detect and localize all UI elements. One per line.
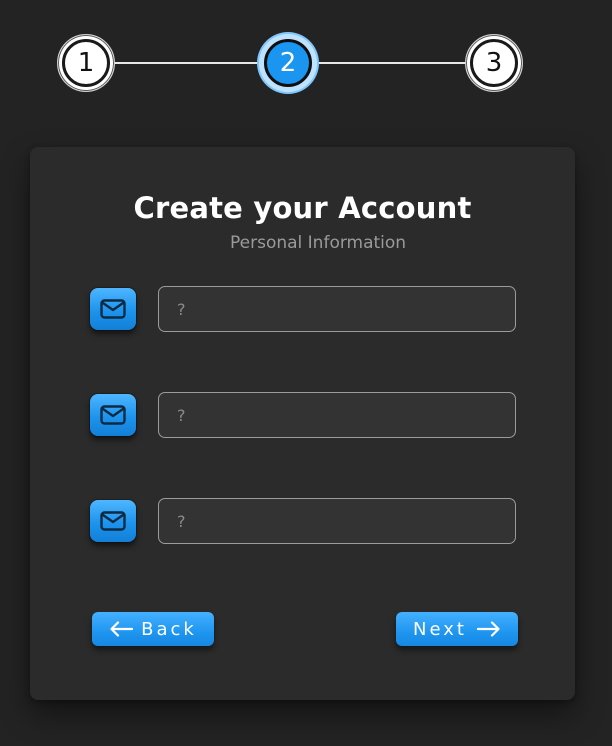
stepper-connector-2-3 [312, 62, 468, 64]
step-2-indicator[interactable]: 2 [259, 34, 317, 92]
stepper-connector-1-2 [112, 62, 262, 64]
signup-wizard-page: 1 2 3 Create your Account Personal Infor… [0, 0, 612, 746]
form-row-1 [90, 286, 520, 334]
step-1-label: 1 [77, 48, 95, 78]
page-title: Create your Account [133, 191, 472, 225]
field-3-icon-button[interactable] [90, 500, 136, 542]
step-1-indicator[interactable]: 1 [57, 34, 115, 92]
step-2-ring: 2 [264, 39, 312, 87]
arrow-left-icon [110, 621, 134, 637]
arrow-right-icon [476, 621, 500, 637]
next-button-label: Next [413, 618, 467, 640]
field-1-input[interactable] [158, 286, 516, 332]
mail-icon [100, 405, 126, 425]
step-3-label: 3 [485, 48, 503, 78]
field-3-input[interactable] [158, 498, 516, 544]
step-1-ring: 1 [62, 39, 110, 87]
form-row-2 [90, 392, 520, 440]
step-3-ring: 3 [470, 39, 518, 87]
field-2-icon-button[interactable] [90, 394, 136, 436]
back-button-label: Back [141, 618, 197, 640]
next-button[interactable]: Next [396, 612, 518, 646]
field-1-icon-button[interactable] [90, 288, 136, 330]
mail-icon [100, 511, 126, 531]
page-subtitle: Personal Information [230, 233, 407, 253]
mail-icon [100, 299, 126, 319]
field-2-input[interactable] [158, 392, 516, 438]
step-2-label: 2 [279, 48, 297, 78]
step-3-indicator[interactable]: 3 [465, 34, 523, 92]
back-button[interactable]: Back [92, 612, 214, 646]
account-form-card: Create your Account Personal Information [30, 147, 575, 700]
form-row-3 [90, 498, 520, 546]
